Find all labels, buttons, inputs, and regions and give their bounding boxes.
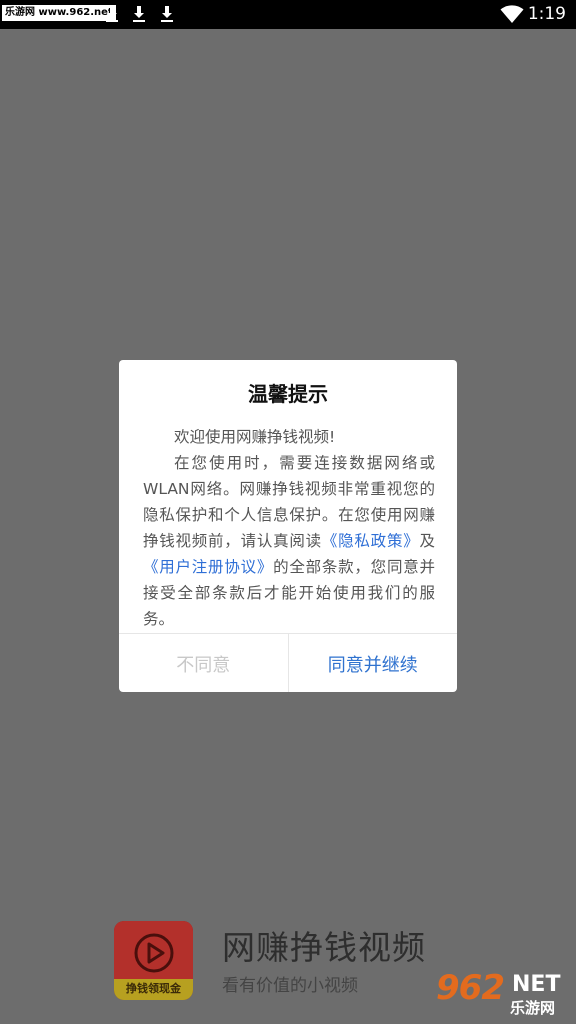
user-agreement-link[interactable]: 《用户注册协议》 — [143, 558, 273, 576]
watermark-number: 962 — [436, 968, 505, 1008]
corner-watermark: 962 NET 乐游网 — [436, 970, 572, 1020]
app-logo: 挣钱领现金 — [114, 921, 193, 1000]
privacy-dialog: 温馨提示 欢迎使用网赚挣钱视频! 在您使用时，需要连接数据网络或WLAN网络。网… — [119, 360, 457, 692]
dialog-title: 温馨提示 — [248, 382, 328, 406]
wifi-icon — [500, 5, 524, 23]
dialog-body: 欢迎使用网赚挣钱视频! 在您使用时，需要连接数据网络或WLAN网络。网赚挣钱视频… — [143, 424, 435, 632]
app-slogan: 看有价值的小视频 — [222, 976, 358, 996]
decline-button[interactable]: 不同意 — [119, 634, 289, 692]
watermark-net: NET — [512, 972, 561, 997]
watermark-site: 乐游网 — [510, 999, 556, 1017]
status-time: 1:19 — [527, 4, 566, 24]
download-icon — [106, 6, 118, 22]
app-name: 网赚挣钱视频 — [222, 928, 426, 967]
play-icon — [134, 933, 174, 973]
download-icon — [133, 6, 145, 22]
dialog-conjunction: 及 — [419, 532, 435, 550]
site-watermark-tag: 乐游网 www.962.net — [2, 5, 116, 21]
logo-caption: 挣钱领现金 — [126, 982, 181, 995]
status-bar: 乐游网 www.962.net 1:19 — [0, 0, 576, 29]
dialog-greeting: 欢迎使用网赚挣钱视频! — [174, 428, 336, 446]
download-icon — [161, 6, 173, 22]
privacy-policy-link[interactable]: 《隐私政策》 — [322, 532, 420, 550]
dialog-actions: 不同意 同意并继续 — [119, 633, 457, 692]
accept-button[interactable]: 同意并继续 — [289, 634, 458, 692]
dialog-message: 在您使用时，需要连接数据网络或WLAN网络。网赚挣钱视频非常重视您的隐私保护和个… — [143, 450, 435, 632]
app-screen: 乐游网 www.962.net 1:19 挣钱领现金 网赚挣钱视频 看有价值的小… — [0, 0, 576, 1024]
